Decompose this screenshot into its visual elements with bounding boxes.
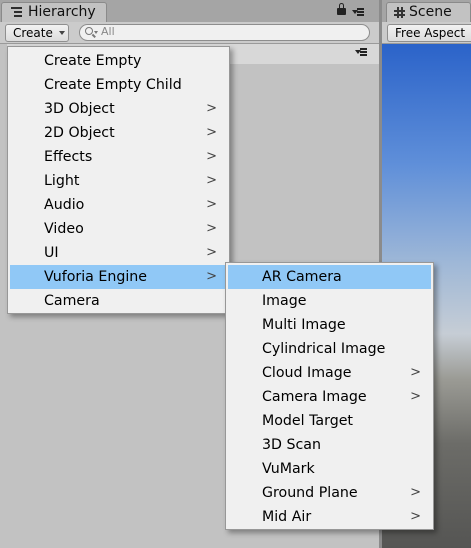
- scene-grid-icon: [394, 7, 405, 18]
- scene-tab-label: Scene: [409, 4, 452, 20]
- hierarchy-list-icon: [11, 7, 22, 17]
- menu-item-label: 2D Object: [44, 125, 115, 141]
- menu-item-label: VuMark: [262, 461, 315, 477]
- create-menu: Create Empty Create Empty Child 3D Object >…: [7, 46, 230, 314]
- chevron-right-icon: >: [206, 173, 217, 188]
- menu-item-3d-object[interactable]: 3D Object >: [10, 97, 227, 121]
- chevron-right-icon: >: [206, 149, 217, 164]
- menu-item-label: Camera Image: [262, 389, 367, 405]
- tab-hierarchy[interactable]: Hierarchy: [1, 2, 107, 22]
- menu-item-2d-object[interactable]: 2D Object >: [10, 121, 227, 145]
- scene-options-icon[interactable]: [355, 47, 367, 57]
- aspect-dropdown[interactable]: Free Aspect: [387, 24, 471, 42]
- lock-icon[interactable]: [337, 3, 346, 15]
- submenu-item-3d-scan[interactable]: 3D Scan: [228, 433, 431, 457]
- menu-item-label: 3D Object: [44, 101, 115, 117]
- submenu-item-cloud-image[interactable]: Cloud Image >: [228, 361, 431, 385]
- aspect-label: Free Aspect: [395, 26, 466, 40]
- chevron-right-icon: >: [410, 365, 421, 380]
- submenu-item-camera-image[interactable]: Camera Image >: [228, 385, 431, 409]
- menu-item-create-empty[interactable]: Create Empty: [10, 49, 227, 73]
- chevron-right-icon: >: [206, 269, 217, 284]
- chevron-right-icon: >: [206, 101, 217, 116]
- submenu-item-cylindrical-image[interactable]: Cylindrical Image: [228, 337, 431, 361]
- search-icon: [85, 27, 93, 35]
- chevron-right-icon: >: [206, 245, 217, 260]
- chevron-right-icon: >: [206, 221, 217, 236]
- tab-scene[interactable]: Scene: [386, 2, 471, 22]
- search-input[interactable]: All: [79, 24, 370, 41]
- panel-menu-icon[interactable]: [352, 7, 364, 17]
- menu-item-vuforia-engine[interactable]: Vuforia Engine >: [10, 265, 227, 289]
- chevron-right-icon: >: [206, 125, 217, 140]
- menu-item-video[interactable]: Video >: [10, 217, 227, 241]
- submenu-item-image[interactable]: Image: [228, 289, 431, 313]
- menu-item-label: Cylindrical Image: [262, 341, 386, 357]
- submenu-item-model-target[interactable]: Model Target: [228, 409, 431, 433]
- hierarchy-tab-label: Hierarchy: [28, 4, 96, 20]
- chevron-right-icon: >: [206, 197, 217, 212]
- search-placeholder: All: [101, 25, 115, 38]
- chevron-right-icon: >: [410, 485, 421, 500]
- menu-item-effects[interactable]: Effects >: [10, 145, 227, 169]
- menu-item-audio[interactable]: Audio >: [10, 193, 227, 217]
- submenu-item-mid-air[interactable]: Mid Air >: [228, 505, 431, 529]
- search-filter-caret-icon: [94, 31, 98, 34]
- submenu-item-ground-plane[interactable]: Ground Plane >: [228, 481, 431, 505]
- menu-item-label: Model Target: [262, 413, 353, 429]
- menu-item-label: Camera: [44, 293, 100, 309]
- menu-item-light[interactable]: Light >: [10, 169, 227, 193]
- chevron-right-icon: >: [410, 509, 421, 524]
- chevron-down-icon: [59, 31, 65, 35]
- menu-item-camera[interactable]: Camera: [10, 289, 227, 313]
- menu-item-label: 3D Scan: [262, 437, 321, 453]
- create-button[interactable]: Create: [5, 24, 69, 42]
- menu-item-label: UI: [44, 245, 59, 261]
- vuforia-engine-submenu: AR Camera Image Multi Image Cylindrical Ima…: [225, 262, 434, 530]
- menu-item-label: Vuforia Engine: [44, 269, 148, 285]
- menu-item-label: Ground Plane: [262, 485, 358, 501]
- menu-item-create-empty-child[interactable]: Create Empty Child: [10, 73, 227, 97]
- menu-item-label: Create Empty: [44, 53, 142, 69]
- menu-item-label: Light: [44, 173, 80, 189]
- create-label: Create: [13, 26, 53, 40]
- submenu-item-ar-camera[interactable]: AR Camera: [228, 265, 431, 289]
- menu-item-label: Multi Image: [262, 317, 346, 333]
- menu-item-label: Mid Air: [262, 509, 312, 525]
- menu-item-label: AR Camera: [262, 269, 342, 285]
- chevron-right-icon: >: [410, 389, 421, 404]
- menu-item-label: Video: [44, 221, 84, 237]
- submenu-item-vumark[interactable]: VuMark: [228, 457, 431, 481]
- menu-item-label: Create Empty Child: [44, 77, 182, 93]
- menu-item-label: Cloud Image: [262, 365, 352, 381]
- menu-item-label: Effects: [44, 149, 93, 165]
- menu-item-label: Image: [262, 293, 307, 309]
- submenu-item-multi-image[interactable]: Multi Image: [228, 313, 431, 337]
- menu-item-ui[interactable]: UI >: [10, 241, 227, 265]
- menu-item-label: Audio: [44, 197, 85, 213]
